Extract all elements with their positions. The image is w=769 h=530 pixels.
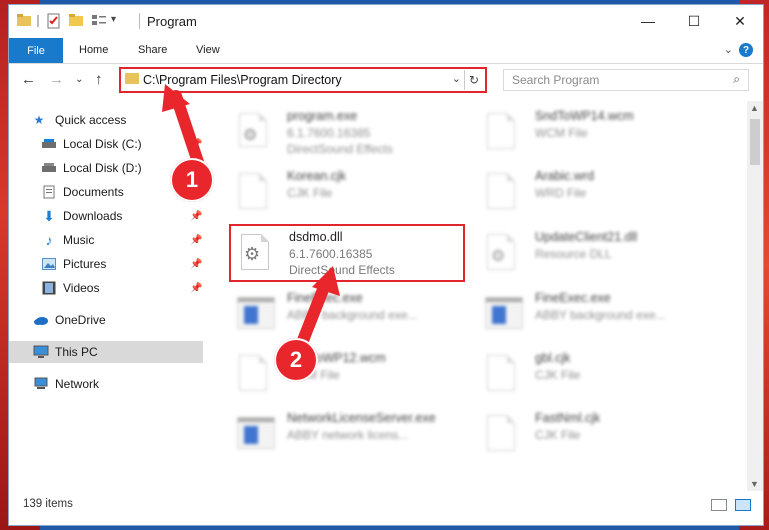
arrow-2 [294, 276, 332, 354]
step-badge-2: 2 [274, 338, 318, 382]
step-badge-1: 1 [170, 158, 214, 202]
annotation-arrows [162, 84, 340, 354]
